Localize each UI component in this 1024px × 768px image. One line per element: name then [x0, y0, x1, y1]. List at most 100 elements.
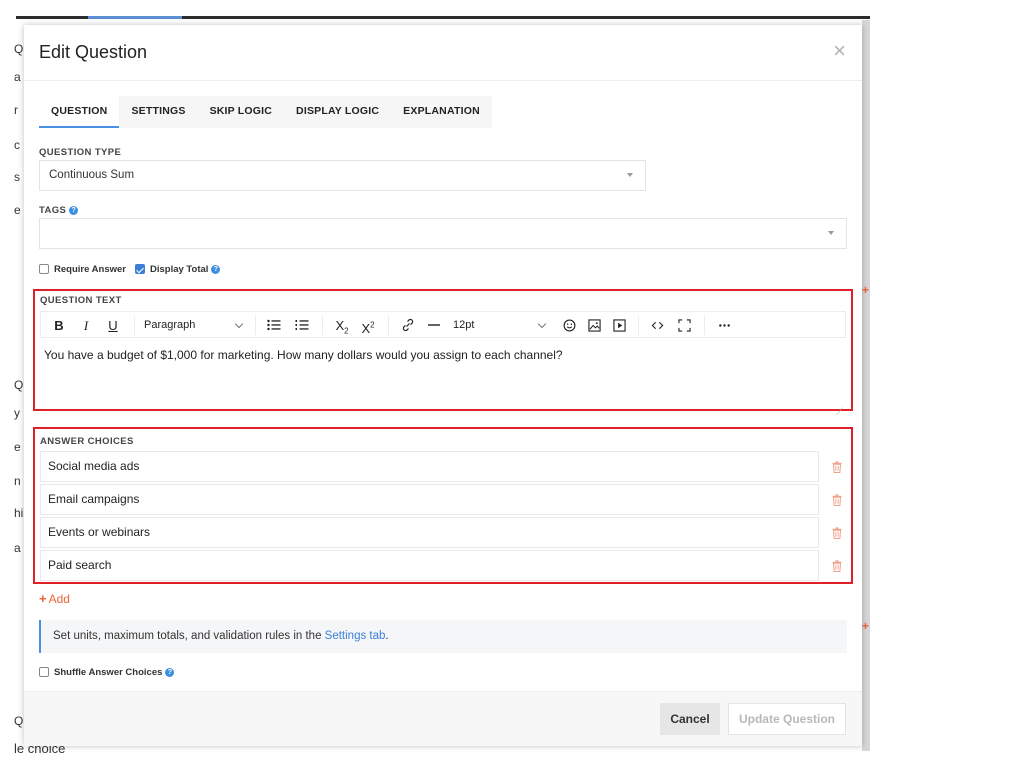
italic-button[interactable]: I [78, 312, 94, 339]
code-icon [651, 321, 663, 330]
emoji-icon [563, 319, 575, 332]
source-code-button[interactable] [646, 312, 668, 339]
settings-tab-link[interactable]: Settings tab [325, 630, 386, 642]
question-type-label: QUESTION TYPE [39, 147, 122, 158]
shuffle-answer-choices-label: Shuffle Answer Choices [54, 666, 163, 678]
background-text: r [14, 103, 18, 117]
background-text: a [14, 70, 21, 84]
horizontal-rule-icon [428, 324, 440, 326]
toolbar-divider [322, 316, 323, 335]
tags-select[interactable] [39, 218, 847, 249]
tab-bar: QUESTION SETTINGS SKIP LOGIC DISPLAY LOG… [39, 96, 492, 128]
insert-media-button[interactable] [609, 312, 629, 339]
background-topbar-accent [88, 16, 182, 19]
edit-question-modal: Edit Question × QUESTION SETTINGS SKIP L… [24, 25, 862, 746]
background-text: e [14, 440, 21, 454]
close-icon[interactable]: × [833, 40, 846, 62]
background-text: a [14, 541, 21, 555]
toolbar-divider [388, 316, 389, 335]
chevron-down-icon [828, 231, 834, 235]
background-right-edge [862, 20, 870, 751]
display-total-checkbox[interactable] [134, 264, 145, 274]
underline-button[interactable]: U [105, 312, 121, 339]
help-icon[interactable]: ? [69, 206, 79, 215]
question-text-section: QUESTION TEXT B I U Paragraph X2 X2 12pt… [33, 289, 853, 411]
bullet-list-button[interactable] [263, 312, 285, 339]
screen: Q a r c s e Q y e n hi a Q + + le choice… [0, 0, 1024, 768]
background-text: n [14, 474, 21, 488]
superscript-icon: X2 [361, 321, 375, 337]
info-text: Set units, maximum totals, and validatio… [53, 630, 325, 642]
more-options-button[interactable] [713, 312, 735, 339]
block-format-select[interactable]: Paragraph [144, 312, 244, 339]
answer-choice-input[interactable]: Events or webinars [40, 517, 819, 548]
display-total-label: Display Total [149, 263, 209, 275]
chevron-down-icon [234, 319, 244, 329]
background-text: Q [14, 378, 24, 392]
horizontal-rule-button[interactable] [423, 312, 445, 339]
tab-question[interactable]: QUESTION [39, 96, 120, 128]
resize-handle-icon[interactable]: ⟋ [836, 407, 843, 418]
tags-label: TAGS? [39, 205, 79, 216]
insert-image-button[interactable] [584, 312, 604, 339]
chevron-down-icon [537, 319, 547, 329]
image-icon [587, 319, 601, 332]
add-choice-label: Add [48, 592, 70, 606]
answer-choice-input[interactable]: Social media ads [40, 451, 819, 482]
shuffle-answer-choices-checkbox[interactable] [39, 667, 49, 677]
font-size-value: 12pt [453, 319, 475, 331]
background-text: s [14, 170, 20, 184]
info-suffix: . [385, 630, 389, 642]
subscript-button[interactable]: X2 [331, 312, 353, 339]
require-answer-checkbox[interactable] [39, 264, 49, 274]
background-text: y [14, 406, 20, 420]
fullscreen-button[interactable] [673, 312, 695, 339]
help-icon[interactable]: ? [165, 667, 175, 677]
play-video-icon [612, 319, 626, 332]
modal-title: Edit Question [39, 42, 148, 62]
question-type-select[interactable]: Continuous Sum [39, 160, 646, 191]
link-icon [402, 318, 414, 332]
background-marker: + [862, 283, 870, 297]
require-answer-label: Require Answer [54, 263, 126, 275]
update-question-button[interactable]: Update Question [728, 703, 846, 735]
trash-icon[interactable] [832, 494, 842, 506]
answer-choice-input[interactable]: Email campaigns [40, 484, 819, 515]
subscript-icon: X2 [335, 318, 349, 336]
tab-settings[interactable]: SETTINGS [119, 96, 197, 128]
trash-icon[interactable] [832, 527, 842, 539]
insert-link-button[interactable] [397, 312, 419, 339]
add-choice-button[interactable]: + Add [39, 591, 70, 606]
fullscreen-icon [677, 319, 691, 332]
background-text: e [14, 203, 21, 217]
block-format-value: Paragraph [144, 319, 196, 331]
plus-icon: + [39, 591, 47, 606]
background-text: hi [14, 506, 24, 520]
help-icon[interactable]: ? [211, 264, 221, 274]
answer-options-row: Require Answer Display Total ? [39, 262, 221, 276]
question-text-editor[interactable]: You have a budget of $1,000 for marketin… [44, 348, 563, 362]
toolbar-divider [704, 316, 705, 335]
toolbar-divider [255, 316, 256, 335]
tab-explanation[interactable]: EXPLANATION [391, 96, 492, 128]
background-marker: + [862, 619, 870, 633]
bold-button[interactable]: B [51, 312, 67, 339]
more-horizontal-icon [718, 324, 730, 327]
tab-display-logic[interactable]: DISPLAY LOGIC [284, 96, 391, 128]
cancel-button[interactable]: Cancel [660, 703, 720, 735]
question-type-value: Continuous Sum [49, 169, 135, 181]
answer-choice-input[interactable]: Paid search [40, 550, 819, 581]
info-callout: Set units, maximum totals, and validatio… [39, 620, 847, 653]
emoji-button[interactable] [559, 312, 579, 339]
question-text-label: QUESTION TEXT [40, 295, 122, 306]
chevron-down-icon [627, 173, 633, 177]
toolbar-divider [638, 316, 639, 335]
numbered-list-button[interactable] [291, 312, 313, 339]
trash-icon[interactable] [832, 560, 842, 572]
modal-header: Edit Question × [24, 25, 862, 81]
numbered-list-icon [295, 320, 309, 330]
superscript-button[interactable]: X2 [357, 312, 379, 339]
font-size-select[interactable]: 12pt [453, 312, 553, 339]
tab-skip-logic[interactable]: SKIP LOGIC [198, 96, 284, 128]
trash-icon[interactable] [832, 461, 842, 473]
